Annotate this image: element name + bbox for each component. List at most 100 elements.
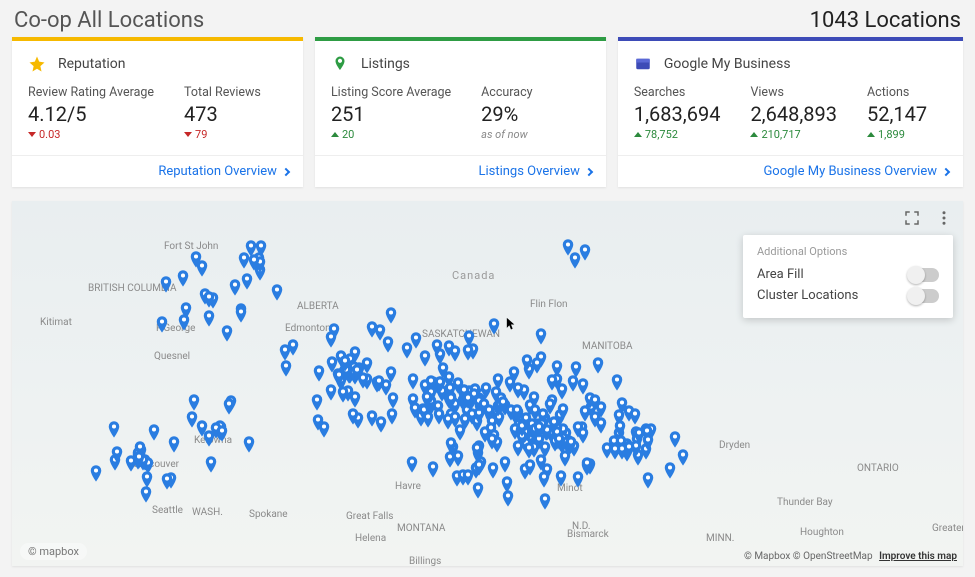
location-pin[interactable] bbox=[503, 376, 517, 390]
location-pin[interactable] bbox=[550, 360, 564, 374]
location-pin[interactable] bbox=[247, 254, 261, 268]
location-pin[interactable] bbox=[346, 408, 360, 422]
location-pin[interactable] bbox=[564, 436, 578, 450]
location-pin[interactable] bbox=[641, 472, 655, 486]
location-pin[interactable] bbox=[160, 473, 174, 487]
location-pin[interactable] bbox=[418, 350, 432, 364]
location-pin[interactable] bbox=[534, 454, 548, 468]
location-pin[interactable] bbox=[373, 324, 387, 338]
location-pin[interactable] bbox=[556, 403, 570, 417]
location-pin[interactable] bbox=[580, 457, 594, 471]
location-pin[interactable] bbox=[384, 307, 398, 321]
location-pin[interactable] bbox=[139, 486, 153, 500]
location-pin[interactable] bbox=[615, 397, 629, 411]
location-pin[interactable] bbox=[195, 260, 209, 274]
location-pin[interactable] bbox=[110, 446, 124, 460]
location-pin[interactable] bbox=[676, 449, 690, 463]
location-pin[interactable] bbox=[187, 394, 201, 408]
location-pin[interactable] bbox=[485, 433, 499, 447]
location-pin[interactable] bbox=[204, 456, 218, 470]
location-pin[interactable] bbox=[365, 410, 379, 424]
location-pin[interactable] bbox=[159, 276, 173, 290]
location-pin[interactable] bbox=[594, 417, 608, 431]
gmb-overview-link[interactable]: Google My Business Overview bbox=[763, 164, 949, 179]
location-pin[interactable] bbox=[89, 465, 103, 479]
location-pin[interactable] bbox=[176, 270, 190, 284]
location-pin[interactable] bbox=[613, 420, 627, 434]
location-pin[interactable] bbox=[177, 314, 191, 328]
location-pin[interactable] bbox=[324, 384, 338, 398]
location-pin[interactable] bbox=[554, 470, 568, 484]
location-pin[interactable] bbox=[400, 342, 414, 356]
location-pin[interactable] bbox=[279, 360, 293, 374]
location-pin[interactable] bbox=[569, 361, 583, 375]
fullscreen-icon[interactable] bbox=[903, 209, 921, 227]
reputation-overview-link[interactable]: Reputation Overview bbox=[158, 164, 289, 179]
location-pin[interactable] bbox=[461, 392, 475, 406]
area-fill-toggle[interactable] bbox=[909, 268, 939, 282]
location-pin[interactable] bbox=[244, 240, 258, 254]
location-pin[interactable] bbox=[107, 421, 121, 435]
location-pin[interactable] bbox=[537, 471, 551, 485]
location-pin[interactable] bbox=[545, 374, 559, 388]
location-pin[interactable] bbox=[379, 379, 393, 393]
location-pin[interactable] bbox=[155, 316, 169, 330]
location-pin[interactable] bbox=[132, 451, 146, 465]
location-pin[interactable] bbox=[482, 404, 496, 418]
location-pin[interactable] bbox=[426, 461, 440, 475]
location-pin[interactable] bbox=[405, 456, 419, 470]
location-pin[interactable] bbox=[234, 306, 248, 320]
location-pin[interactable] bbox=[324, 331, 338, 345]
location-pin[interactable] bbox=[462, 330, 476, 344]
location-pin[interactable] bbox=[591, 357, 605, 371]
location-pin[interactable] bbox=[242, 436, 256, 450]
location-pin[interactable] bbox=[610, 374, 624, 388]
location-pin[interactable] bbox=[578, 405, 592, 419]
location-pin[interactable] bbox=[510, 404, 524, 418]
location-pin[interactable] bbox=[608, 443, 622, 457]
location-pin[interactable] bbox=[312, 365, 326, 379]
location-pin[interactable] bbox=[350, 364, 364, 378]
location-pin[interactable] bbox=[632, 427, 646, 441]
location-pin[interactable] bbox=[215, 425, 229, 439]
listings-overview-link[interactable]: Listings Overview bbox=[478, 164, 591, 179]
location-pin[interactable] bbox=[202, 291, 216, 305]
location-pin[interactable] bbox=[336, 386, 350, 400]
location-pin[interactable] bbox=[622, 441, 636, 455]
location-pin[interactable] bbox=[448, 345, 462, 359]
location-pin[interactable] bbox=[498, 456, 512, 470]
location-pin[interactable] bbox=[195, 420, 209, 434]
cluster-locations-toggle[interactable] bbox=[909, 289, 939, 303]
location-pin[interactable] bbox=[532, 421, 546, 435]
location-pin[interactable] bbox=[444, 437, 458, 451]
location-pin[interactable] bbox=[202, 310, 216, 324]
location-pin[interactable] bbox=[527, 391, 541, 405]
location-pin[interactable] bbox=[471, 482, 485, 496]
location-pin[interactable] bbox=[270, 284, 284, 298]
location-pin[interactable] bbox=[500, 476, 514, 490]
location-pin[interactable] bbox=[530, 357, 544, 371]
location-pin[interactable] bbox=[432, 408, 446, 422]
location-pin[interactable] bbox=[311, 414, 325, 428]
location-pin[interactable] bbox=[534, 328, 548, 342]
location-pin[interactable] bbox=[220, 325, 234, 339]
location-pin[interactable] bbox=[444, 392, 458, 406]
location-pin[interactable] bbox=[278, 344, 292, 358]
location-pin[interactable] bbox=[668, 431, 682, 445]
location-pin[interactable] bbox=[470, 442, 484, 456]
location-pin[interactable] bbox=[561, 239, 575, 253]
location-pin[interactable] bbox=[522, 442, 536, 456]
location-pin[interactable] bbox=[310, 394, 324, 408]
improve-map-link[interactable]: Improve this map bbox=[879, 551, 957, 562]
location-pin[interactable] bbox=[240, 273, 254, 287]
location-pin[interactable] bbox=[222, 398, 236, 412]
location-pin[interactable] bbox=[571, 471, 585, 485]
location-pin[interactable] bbox=[538, 493, 552, 507]
map-panel[interactable]: Canada BRITISH COLUMBIA ALBERTA SASKATCH… bbox=[12, 201, 963, 566]
location-pin[interactable] bbox=[576, 378, 590, 392]
location-pin[interactable] bbox=[487, 318, 501, 332]
location-pin[interactable] bbox=[558, 450, 572, 464]
location-pin[interactable] bbox=[385, 408, 399, 422]
location-pin[interactable] bbox=[147, 424, 161, 438]
more-vert-icon[interactable] bbox=[935, 209, 953, 227]
